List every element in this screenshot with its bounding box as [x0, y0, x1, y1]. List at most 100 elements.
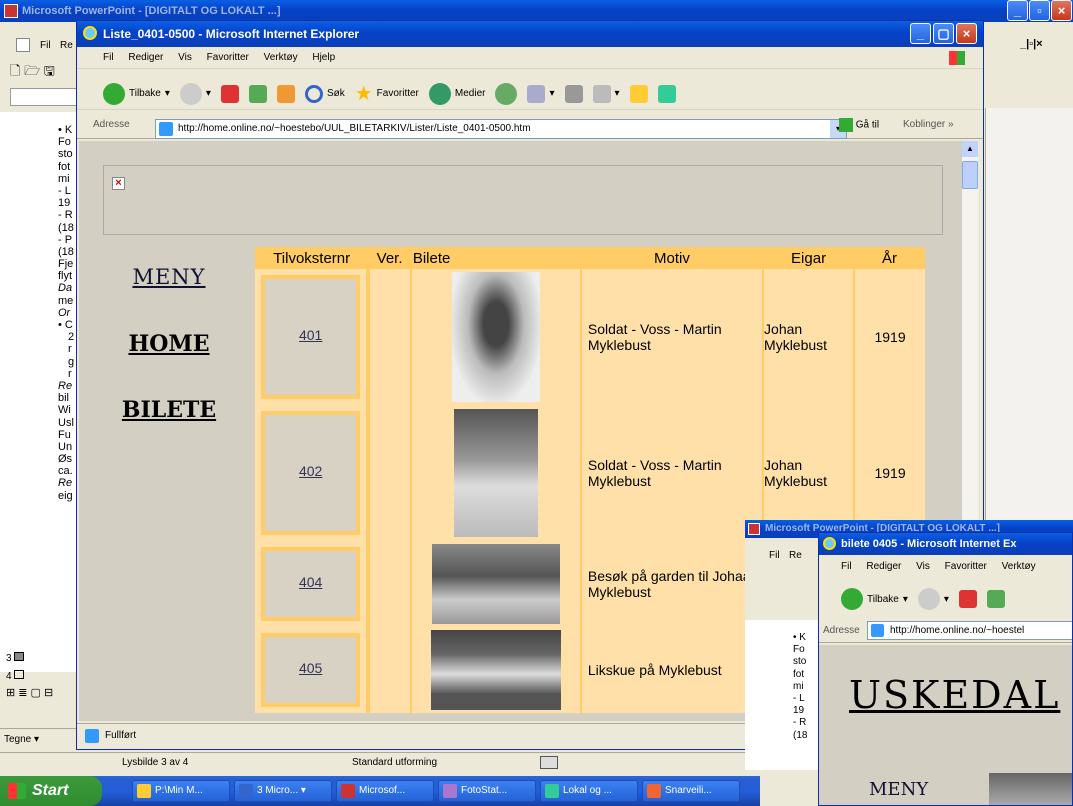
photo-cell[interactable] [409, 269, 581, 405]
menu-fil[interactable]: Fil [40, 40, 51, 51]
address-input[interactable]: http://home.online.no/~hoestel [867, 621, 1072, 640]
minimize-button[interactable]: _ [1007, 0, 1028, 21]
menu-fil[interactable]: Fil [769, 550, 780, 561]
search-label: Søk [326, 88, 345, 99]
print-button[interactable] [564, 84, 583, 103]
menu-rediger[interactable]: Rediger [128, 52, 163, 63]
minimize-button[interactable]: _ [910, 23, 931, 44]
messenger-button[interactable] [657, 84, 676, 103]
photo-cell[interactable] [409, 627, 581, 713]
taskbar-button-snarveili[interactable]: Snarveili... [642, 780, 740, 802]
word-icon [239, 784, 253, 798]
photo-thumbnail[interactable] [430, 630, 561, 710]
photo-cell[interactable] [409, 541, 581, 627]
photo-thumbnail[interactable] [989, 773, 1072, 805]
photo-number-link[interactable]: 405 [261, 633, 361, 707]
nav-link-meny[interactable]: MENY [869, 779, 928, 800]
taskbar-button-fotostat[interactable]: FotoStat... [438, 780, 536, 802]
powerpoint-title: Microsoft PowerPoint - [DIGITALT OG LOKA… [22, 5, 281, 17]
start-button[interactable]: Start [0, 776, 102, 806]
powerpoint-title-bar[interactable]: Microsoft PowerPoint - [DIGITALT OG LOKA… [0, 0, 1073, 22]
close-button[interactable]: × [956, 23, 977, 44]
close-button[interactable]: × [1051, 0, 1072, 21]
mail-button[interactable]: ▾ [527, 84, 555, 103]
stop-button[interactable] [220, 84, 239, 103]
history-button[interactable] [495, 82, 518, 105]
forward-button[interactable]: ▾ [179, 82, 211, 105]
back-label: Tilbake [867, 593, 899, 605]
outline-line: (18 [793, 729, 808, 741]
status-slide-count: Lysbilde 3 av 4 [122, 757, 189, 768]
forward-button[interactable]: ▾ [917, 588, 949, 610]
search-button[interactable]: Søk [304, 84, 345, 103]
address-input[interactable]: http://home.online.no/~hoestebo/UUL_BILE… [155, 119, 847, 139]
nav-link-bilete[interactable]: BILETE [119, 397, 219, 423]
slide-icon [14, 670, 25, 679]
photo-number-link[interactable]: 401 [261, 275, 361, 399]
menu-verktoy[interactable]: Verktøy [1002, 561, 1036, 572]
go-arrow-icon [839, 118, 853, 132]
home-icon [276, 84, 295, 103]
taskbar-label: Lokal og ... [563, 785, 612, 796]
taskbar-button-word[interactable]: 3 Micro... ▾ [234, 780, 332, 802]
view-buttons[interactable]: ⊞ ≣ ▢ ⊟ [6, 686, 53, 699]
media-button[interactable]: Medier [428, 82, 485, 105]
back-button[interactable]: Tilbake ▾ [841, 588, 908, 610]
powerpoint-app-icon [4, 4, 18, 18]
ie-title-bar[interactable]: bilete 0405 - Microsoft Internet Ex [819, 533, 1072, 555]
status-text: Fullført [105, 730, 137, 741]
photo-thumbnail[interactable] [431, 544, 560, 624]
maximize-button[interactable]: ▢ [933, 23, 954, 44]
star-icon: ★ [354, 83, 373, 105]
photo-thumbnail[interactable] [451, 272, 540, 402]
ie-title-bar[interactable]: Liste_0401-0500 - Microsoft Internet Exp… [77, 21, 983, 47]
taskbar-button-lokal[interactable]: Lokal og ... [540, 780, 638, 802]
taskbar-button-folder[interactable]: P:\Min M... [132, 780, 230, 802]
refresh-button[interactable] [986, 590, 1005, 608]
go-button[interactable]: Gå til [839, 118, 879, 132]
search-icon [304, 84, 323, 103]
menu-verktoy[interactable]: Verktøy [264, 52, 298, 63]
menu-vis[interactable]: Vis [916, 561, 930, 572]
menu-fil[interactable]: Fil [841, 561, 852, 572]
links-button[interactable]: Koblinger » [903, 119, 954, 130]
folder-button[interactable] [629, 84, 648, 103]
version-cell [366, 269, 411, 405]
slide-number-4[interactable]: 4 [6, 670, 25, 682]
stop-button[interactable] [958, 590, 977, 608]
nav-link-meny[interactable]: MENY [119, 265, 219, 289]
scroll-up-button[interactable]: ▲ [962, 141, 978, 157]
photo-cell[interactable] [409, 405, 581, 541]
menu-rediger[interactable]: Re [60, 40, 73, 51]
menu-rediger[interactable]: Rediger [866, 561, 901, 572]
windows-logo-icon [8, 783, 26, 799]
ie-menu-bar: Fil Rediger Vis Favoritter Verktøy [819, 557, 1072, 577]
scroll-thumb[interactable] [962, 161, 978, 189]
powerpoint-fontbox[interactable] [10, 88, 80, 106]
ie-app-icon [83, 26, 97, 40]
back-button[interactable]: Tilbake ▾ [103, 82, 170, 105]
menu-favoritter[interactable]: Favoritter [207, 52, 249, 63]
nav-link-home[interactable]: HOME [119, 331, 219, 357]
menu-hjelp[interactable]: Hjelp [312, 52, 335, 63]
maximize-button[interactable]: ▫ [1029, 0, 1050, 21]
menu-fil[interactable]: Fil [103, 52, 114, 63]
photo-number-link[interactable]: 404 [261, 547, 361, 621]
motiv-cell: Likskue på Myklebust [579, 627, 764, 713]
menu-vis[interactable]: Vis [178, 52, 192, 63]
taskbar-button-powerpoint[interactable]: Microsof... [336, 780, 434, 802]
menu-favoritter[interactable]: Favoritter [945, 561, 987, 572]
col-header-tilvoksternr: Tilvoksternr [255, 247, 369, 269]
home-button[interactable] [276, 84, 295, 103]
draw-menu-button[interactable]: Tegne ▾ [4, 734, 39, 745]
powerpoint-outline-pane[interactable]: • K Fo sto fot mi - L 19 - R (18 - P (18… [0, 112, 80, 672]
edit-button[interactable]: ▾ [592, 84, 620, 103]
ie-content-area: USKEDAL MENY [819, 645, 1072, 805]
taskbar-label: 3 Micro... [257, 785, 299, 796]
photo-thumbnail[interactable] [453, 409, 538, 537]
slide-number-3[interactable]: 3 [6, 652, 25, 664]
refresh-button[interactable] [248, 84, 267, 103]
menu-rediger[interactable]: Re [789, 550, 802, 561]
favorites-button[interactable]: ★ Favoritter [355, 81, 419, 106]
photo-number-link[interactable]: 402 [261, 411, 361, 535]
